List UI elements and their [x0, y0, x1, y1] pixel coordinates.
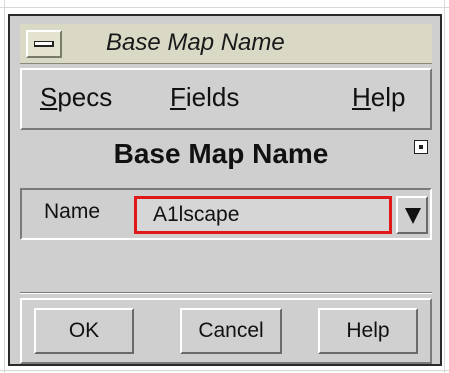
triangle-down-icon: [405, 208, 421, 224]
menu-help[interactable]: Help: [352, 82, 405, 113]
window-title: Base Map Name: [106, 29, 285, 56]
background-line: [0, 7, 449, 8]
name-dropdown-button[interactable]: [396, 196, 428, 234]
title-bar[interactable]: Base Map Name: [20, 24, 432, 64]
window-menu-icon: [34, 41, 54, 47]
name-label: Name: [44, 200, 101, 223]
background-line: [0, 370, 449, 371]
cancel-button[interactable]: Cancel: [180, 308, 282, 354]
ok-button[interactable]: OK: [34, 308, 134, 354]
menu-bar: Specs Fields Help: [20, 68, 432, 130]
name-field-box[interactable]: [134, 196, 392, 234]
separator: [20, 292, 432, 294]
content-title: Base Map Name: [113, 138, 329, 169]
name-input[interactable]: [137, 199, 389, 231]
menu-fields-label: ields: [185, 82, 240, 112]
menu-fields-mnemonic: F: [170, 82, 186, 112]
menu-help-label: elp: [370, 82, 406, 112]
background-line: [444, 0, 445, 373]
window-menu-button[interactable]: [26, 30, 62, 58]
menu-specs-label: pecs: [57, 82, 113, 112]
menu-specs-mnemonic: S: [40, 82, 58, 112]
resize-icon[interactable]: [414, 140, 428, 154]
help-button[interactable]: Help: [318, 308, 418, 354]
background-line: [4, 0, 5, 373]
menu-help-mnemonic: H: [352, 82, 371, 112]
menu-fields[interactable]: Fields: [170, 82, 239, 113]
dialog-window: Base Map Name Specs Fields Help Base Map…: [8, 14, 442, 366]
menu-specs[interactable]: Specs: [40, 82, 112, 113]
